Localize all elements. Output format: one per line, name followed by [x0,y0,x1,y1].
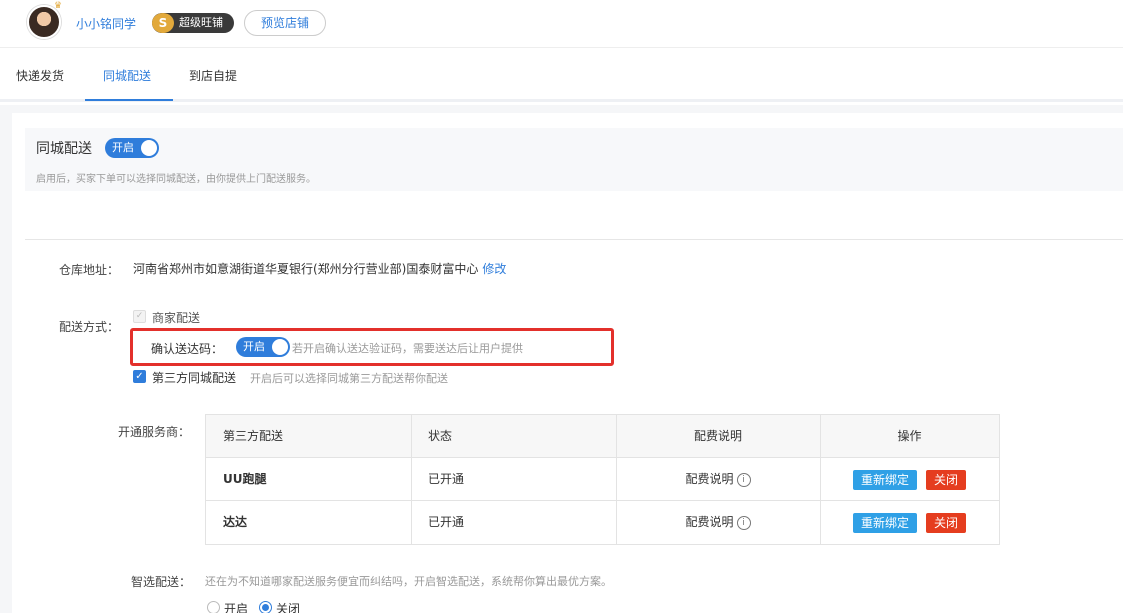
smart-delivery-on-radio[interactable] [207,601,220,613]
toggle-knob [141,140,157,156]
table-header: 第三方配送 状态 配费说明 操作 [206,415,999,458]
fee-description[interactable]: 配费说明 i [616,458,820,501]
toggle-knob [272,339,288,355]
column-header: 状态 [428,429,453,443]
close-button[interactable]: 关闭 [926,513,966,533]
column-divider [820,415,821,544]
column-header: 配费说明 [693,429,742,443]
section-title: 同城配送 [36,141,92,157]
third-party-delivery-checkbox[interactable]: ✓ [133,370,146,383]
warehouse-address-label: 仓库地址： [59,263,120,277]
provider-status: 已开通 [428,472,465,486]
vip-level-icon: S [152,13,174,33]
rebind-button[interactable]: 重新绑定 [853,513,917,533]
rebind-button[interactable]: 重新绑定 [853,470,917,490]
confirm-code-toggle[interactable]: 开启 [236,337,290,357]
providers-label: 开通服务商： [118,425,191,439]
active-tab-indicator [85,99,173,101]
provider-name: UU跑腿 [223,472,267,486]
confirm-code-hint: 若开启确认送达验证码，需要送达后让用户提供 [292,342,523,355]
table-row: UU跑腿 已开通 配费说明 i 重新绑定 关闭 [206,458,999,501]
confirm-code-label: 确认送达码： [151,342,224,356]
info-circle-icon[interactable]: i [736,515,751,530]
provider-name: 达达 [223,515,248,529]
provider-status: 已开通 [428,515,465,529]
toggle-label: 开启 [112,141,134,154]
table-row: 达达 已开通 配费说明 i 重新绑定 关闭 [206,501,999,544]
preview-store-button[interactable]: 预览店铺 [244,10,326,36]
third-party-delivery-label: 第三方同城配送 [152,371,237,385]
smart-delivery-label: 智选配送： [131,575,192,589]
tab-bar: 快递发货 同城配送 到店自提 [0,49,1123,102]
smart-delivery-off-radio[interactable] [259,601,272,613]
fee-description-label: 配费说明 [685,472,734,486]
warehouse-address: 河南省郑州市如意湖街道华夏银行(郑州分行营业部)国泰财富中心 修改 [133,260,506,277]
divider [25,239,1123,240]
tab-express-delivery[interactable]: 快递发货 [16,67,64,84]
column-divider [616,415,617,544]
merchant-delivery-label: 商家配送 [152,311,201,325]
column-header: 第三方配送 [223,429,284,443]
username-link[interactable]: 小小铭同学 [76,15,136,32]
third-party-hint: 开启后可以选择同城第三方配送帮你配送 [250,372,448,385]
vip-badge-label: 超级旺铺 [179,16,223,29]
providers-table: 第三方配送 状态 配费说明 操作 UU跑腿 已开通 配费说明 i 重新绑定 关闭 … [205,414,1000,545]
top-header: ♛ 小小铭同学 S 超级旺铺 预览店铺 [0,0,1123,48]
fee-description-label: 配费说明 [685,515,734,529]
smart-delivery-on-label: 开启 [224,602,249,613]
vip-badge: S 超级旺铺 [152,13,234,33]
info-circle-icon[interactable]: i [736,472,751,487]
fee-description[interactable]: 配费说明 i [616,501,820,544]
column-header: 操作 [897,429,922,443]
smart-delivery-description: 还在为不知道哪家配送服务便宜而纠结吗，开启智选配送，系统帮你算出最优方案。 [205,575,612,588]
tab-local-delivery[interactable]: 同城配送 [103,67,151,84]
smart-delivery-off-label: 关闭 [276,602,301,613]
warehouse-address-value: 河南省郑州市如意湖街道华夏银行(郑州分行营业部)国泰财富中心 [133,262,479,276]
close-button[interactable]: 关闭 [926,470,966,490]
merchant-delivery-checkbox[interactable]: ✓ [133,310,146,323]
delivery-method-label: 配送方式： [59,320,120,334]
toggle-label: 开启 [243,340,265,353]
section-description: 启用后，买家下单可以选择同城配送，由你提供上门配送服务。 [36,174,316,185]
tab-store-pickup[interactable]: 到店自提 [189,67,237,84]
edit-address-link[interactable]: 修改 [482,262,506,276]
column-divider [411,415,412,544]
local-delivery-toggle[interactable]: 开启 [105,138,159,158]
crown-icon: ♛ [54,1,63,11]
